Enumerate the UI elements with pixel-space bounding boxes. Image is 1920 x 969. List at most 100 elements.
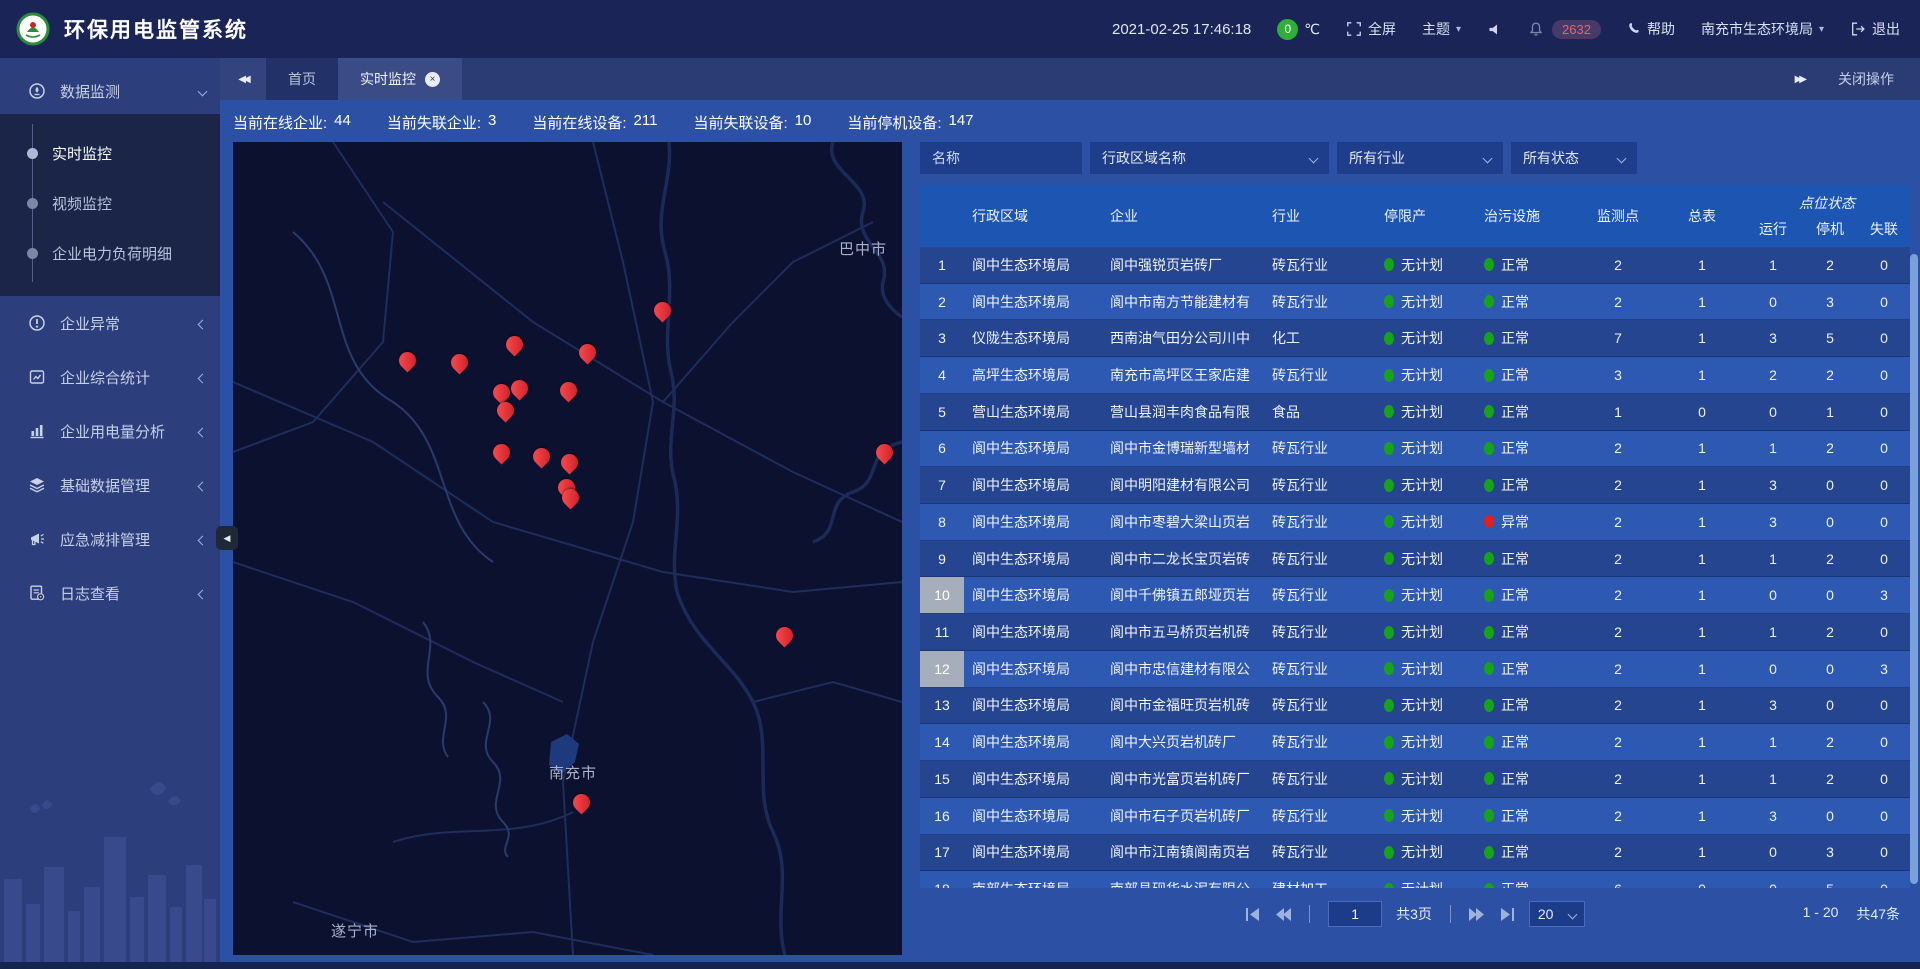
status-text: 无计划	[1401, 512, 1443, 532]
stat-value: 10	[795, 112, 812, 133]
table-row[interactable]: 10 阆中生态环境局 阆中千佛镇五郎垭页岩 砖瓦行业 无计划 正常 2 1 0	[920, 577, 1910, 614]
logout-button[interactable]: 退出	[1850, 19, 1900, 39]
region-select[interactable]: 行政区域名称	[1090, 142, 1329, 174]
cell-offline: 0	[1858, 320, 1910, 356]
pagination-bar: 共3页 20 1 - 20 共47条	[920, 888, 1910, 940]
sidebar-item[interactable]: 企业异常	[0, 296, 220, 350]
temperature-badge: 0	[1277, 19, 1298, 40]
sidebar-item[interactable]: 企业用电量分析	[0, 404, 220, 458]
cell-region: 阆中生态环境局	[964, 614, 1102, 650]
sidebar-item-power-load-detail[interactable]: 企业电力负荷明细	[0, 228, 220, 278]
cell-industry: 砖瓦行业	[1264, 835, 1376, 871]
table-row[interactable]: 4 高坪生态环境局 南充市高坪区王家店建 砖瓦行业 无计划 正常 3 1 2	[920, 357, 1910, 394]
industry-select[interactable]: 所有行业	[1337, 142, 1503, 174]
sidebar-item[interactable]: 基础数据管理	[0, 458, 220, 512]
tab-label: 实时监控	[360, 69, 416, 89]
tab-home[interactable]: 首页	[266, 58, 338, 100]
status-dot-icon	[1384, 369, 1394, 382]
table-scrollbar[interactable]	[1910, 254, 1918, 884]
sidebar-item-video-monitoring[interactable]: 视频监控	[0, 178, 220, 228]
stat-item: 当前失联企业: 3	[387, 112, 497, 133]
sidebar-subgroup: 实时监控 视频监控 企业电力负荷明细	[0, 114, 220, 296]
notifications-button[interactable]: 2632	[1528, 20, 1601, 39]
cell-points: 2	[1576, 577, 1660, 613]
table-row[interactable]: 8 阆中生态环境局 阆中市枣碧大梁山页岩 砖瓦行业 无计划 异常 2 1 3	[920, 504, 1910, 541]
cell-region: 仪陇生态环境局	[964, 320, 1102, 356]
cell-company: 阆中强锐页岩砖厂	[1102, 247, 1264, 283]
chevron-left-icon	[198, 536, 208, 546]
help-button[interactable]: 帮助	[1627, 19, 1675, 39]
table-row[interactable]: 9 阆中生态环境局 阆中市二龙长宝页岩砖 砖瓦行业 无计划 正常 2 1 1	[920, 541, 1910, 578]
status-select[interactable]: 所有状态	[1511, 142, 1637, 174]
sidebar-item[interactable]: 日志查看	[0, 566, 220, 620]
previous-page-button[interactable]	[1275, 908, 1291, 921]
page-number-input[interactable]	[1328, 901, 1382, 927]
close-operations-button[interactable]: 关闭操作	[1838, 69, 1894, 89]
cell-region: 阆中生态环境局	[964, 431, 1102, 467]
layers-icon	[28, 476, 46, 494]
status-dot-icon	[1384, 736, 1394, 749]
page-size-select[interactable]: 20	[1529, 901, 1585, 927]
table-row[interactable]: 1 阆中生态环境局 阆中强锐页岩砖厂 砖瓦行业 无计划 正常 2 1 1	[920, 247, 1910, 284]
top-header: 环保用电监管系统 2021-02-25 17:46:18 0 ℃ 全屏 主题▾ …	[0, 0, 1920, 58]
last-page-button[interactable]	[1499, 908, 1515, 921]
name-search-input[interactable]	[920, 142, 1082, 174]
sidebar-item-data-monitoring[interactable]: 数据监测	[0, 68, 220, 114]
cell-production-status: 无计划	[1376, 431, 1476, 467]
table-row[interactable]: 2 阆中生态环境局 阆中市南方节能建材有 砖瓦行业 无计划 正常 2 1 0	[920, 284, 1910, 321]
cell-region: 阆中生态环境局	[964, 835, 1102, 871]
status-dot-icon	[1384, 552, 1394, 565]
theme-dropdown[interactable]: 主题▾	[1422, 19, 1461, 39]
cell-running: 3	[1744, 688, 1802, 724]
cell-meters: 1	[1660, 247, 1744, 283]
status-text: 无计划	[1401, 842, 1443, 862]
sidebar-item-realtime-monitoring[interactable]: 实时监控	[0, 128, 220, 178]
status-dot-icon	[1384, 589, 1394, 602]
status-dot-icon	[1384, 809, 1394, 822]
cell-points: 3	[1576, 357, 1660, 393]
cell-stopped: 3	[1802, 835, 1858, 871]
table-row[interactable]: 16 阆中生态环境局 阆中市石子页岩机砖厂 砖瓦行业 无计划 正常 2 1 3	[920, 798, 1910, 835]
tab-close-icon[interactable]: ×	[425, 72, 440, 87]
status-text: 正常	[1501, 438, 1529, 458]
table-row[interactable]: 3 仪陇生态环境局 西南油气田分公司川中 化工 无计划 正常 7 1 3	[920, 320, 1910, 357]
record-range-label: 1 - 20	[1803, 904, 1839, 924]
map[interactable]: 巴中市南充市遂宁市	[233, 142, 902, 955]
cell-company: 阆中市金博瑞新型墙材	[1102, 431, 1264, 467]
cell-industry: 砖瓦行业	[1264, 541, 1376, 577]
table-row[interactable]: 17 阆中生态环境局 阆中市江南镇阆南页岩 砖瓦行业 无计划 正常 2 1 0	[920, 835, 1910, 872]
first-page-button[interactable]	[1245, 908, 1261, 921]
cell-stopped: 2	[1802, 541, 1858, 577]
table-row[interactable]: 13 阆中生态环境局 阆中市金福旺页岩机砖 砖瓦行业 无计划 正常 2 1 3	[920, 688, 1910, 725]
cell-region: 阆中生态环境局	[964, 761, 1102, 797]
map-collapse-button[interactable]: ◀	[216, 526, 238, 550]
table-row[interactable]: 11 阆中生态环境局 阆中市五马桥页岩机砖 砖瓦行业 无计划 正常 2 1 1	[920, 614, 1910, 651]
cell-points: 2	[1576, 467, 1660, 503]
stat-item: 当前失联设备: 10	[693, 112, 811, 133]
table-row[interactable]: 6 阆中生态环境局 阆中市金博瑞新型墙材 砖瓦行业 无计划 正常 2 1 1	[920, 431, 1910, 468]
bullet-dot-icon	[27, 248, 38, 259]
table-row[interactable]: 14 阆中生态环境局 阆中大兴页岩机砖厂 砖瓦行业 无计划 正常 2 1 1	[920, 724, 1910, 761]
double-chevron-left-icon: ◀◀	[238, 74, 247, 85]
cell-meters: 1	[1660, 541, 1744, 577]
tab-scroll-left-button[interactable]: ◀◀	[220, 58, 266, 100]
tab-realtime-monitoring[interactable]: 实时监控 ×	[338, 58, 462, 100]
cell-industry: 砖瓦行业	[1264, 357, 1376, 393]
tab-scroll-right-button[interactable]: ▶▶	[1795, 74, 1804, 85]
cell-points: 2	[1576, 761, 1660, 797]
sidebar-item[interactable]: 应急减排管理	[0, 512, 220, 566]
stat-label: 当前停机设备:	[847, 112, 941, 133]
organization-dropdown[interactable]: 南充市生态环境局▾	[1701, 19, 1824, 39]
row-index: 4	[920, 357, 964, 393]
table-row[interactable]: 12 阆中生态环境局 阆中市忠信建材有限公 砖瓦行业 无计划 正常 2 1 0	[920, 651, 1910, 688]
status-dot-icon	[1484, 846, 1494, 859]
stat-label: 当前失联设备:	[693, 112, 787, 133]
table-row[interactable]: 7 阆中生态环境局 阆中明阳建材有限公司 砖瓦行业 无计划 正常 2 1 3	[920, 467, 1910, 504]
table-row[interactable]: 5 营山生态环境局 营山县润丰肉食品有限 食品 无计划 正常 1 0 0	[920, 394, 1910, 431]
sidebar-item[interactable]: 企业综合统计	[0, 350, 220, 404]
cell-points: 1	[1576, 394, 1660, 430]
next-page-button[interactable]	[1469, 908, 1485, 921]
speaker-mute-icon[interactable]	[1487, 22, 1502, 37]
table-row[interactable]: 15 阆中生态环境局 阆中市光富页岩机砖厂 砖瓦行业 无计划 正常 2 1 1	[920, 761, 1910, 798]
fullscreen-button[interactable]: 全屏	[1346, 19, 1396, 39]
